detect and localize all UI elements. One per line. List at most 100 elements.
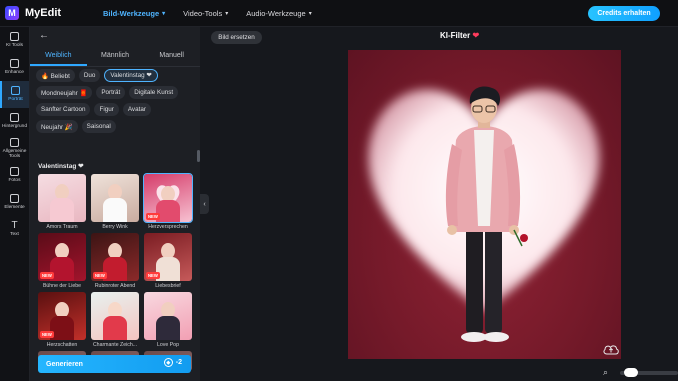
template-thumbnail xyxy=(144,292,192,340)
photos-icon xyxy=(10,167,19,177)
template-tile[interactable]: NEW Liebesbrief xyxy=(144,233,192,289)
rail-label: Hintergrund xyxy=(1,124,28,130)
replace-image-button[interactable]: Bild ersetzen xyxy=(211,31,262,44)
back-arrow-icon[interactable]: ← xyxy=(39,30,49,41)
rail-enhance[interactable]: Enhance xyxy=(0,54,29,81)
tab-maennlich[interactable]: Männlich xyxy=(87,47,144,66)
new-badge: NEW xyxy=(40,272,54,279)
rail-fotos[interactable]: Fotos xyxy=(0,162,29,189)
rose xyxy=(520,234,528,242)
template-tile[interactable]: Love Pop xyxy=(144,292,192,348)
template-tile[interactable]: Charmante Zeich... xyxy=(91,292,139,348)
template-thumbnail: NEW xyxy=(38,233,86,281)
template-tile[interactable]: NEW Bühne der Liebe xyxy=(38,233,86,289)
template-tile[interactable]: NEW Rubinroter Abend xyxy=(91,233,139,289)
chip-digitale-kunst[interactable]: Digitale Kunst xyxy=(129,86,179,99)
myedit-logo-icon: M xyxy=(5,6,19,20)
chip-figur[interactable]: Figur xyxy=(94,103,119,116)
template-thumbnail: NEW xyxy=(144,233,192,281)
app-name: MyEdit xyxy=(25,7,62,19)
trousers xyxy=(485,222,502,334)
template-grid: Amors Traum Berry Wink NEW Herzversprech… xyxy=(38,173,193,374)
nav-bild-werkzeuge[interactable]: Bild-Werkzeuge ▾ xyxy=(103,9,165,18)
new-badge: NEW xyxy=(146,213,160,220)
rail-hintergrund[interactable]: Hintergrund xyxy=(0,108,29,135)
template-thumbnail xyxy=(91,292,139,340)
rail-label: KI Tools xyxy=(6,43,23,49)
nav-label: Audio-Werkzeuge xyxy=(246,8,306,18)
chip-valentinstag[interactable]: Valentinstag ❤ xyxy=(104,69,158,82)
chevron-left-icon: ‹ xyxy=(203,200,206,208)
chevron-down-icon: ▾ xyxy=(225,10,229,17)
zoom-search-icon[interactable]: ⌕ xyxy=(603,367,608,378)
grid-row: NEW Herzschatten Charmante Zeich... Love… xyxy=(38,292,192,348)
chip-saisonal[interactable]: Saisonal xyxy=(81,120,116,133)
trousers xyxy=(466,222,483,334)
portrait-body xyxy=(156,316,180,340)
rail-ki-tools[interactable]: KI Tools xyxy=(0,27,29,54)
generate-button[interactable]: Generieren ◆ -2 xyxy=(38,355,191,373)
cloud-upload-icon[interactable] xyxy=(603,344,619,355)
rail-label: Porträt xyxy=(8,97,23,103)
chevron-down-icon: ▾ xyxy=(162,10,166,17)
grid-row: Amors Traum Berry Wink NEW Herzversprech… xyxy=(38,173,193,230)
rail-elemente[interactable]: Elemente xyxy=(0,189,29,216)
template-caption: Liebesbrief xyxy=(155,283,181,289)
canvas-title: KI-Filter ❤ xyxy=(440,31,479,40)
rail-label: Elemente xyxy=(4,205,25,211)
template-thumbnail: NEW xyxy=(143,173,193,223)
template-thumbnail: NEW xyxy=(38,292,86,340)
template-tile[interactable]: Amors Traum xyxy=(38,174,86,230)
nav-video-tools[interactable]: Video-Tools ▾ xyxy=(183,9,228,18)
rail-label: Fotos xyxy=(8,178,21,184)
new-badge: NEW xyxy=(146,272,160,279)
template-tile[interactable]: Berry Wink xyxy=(91,174,139,230)
rail-label: Enhance xyxy=(5,70,24,76)
new-badge: NEW xyxy=(40,331,54,338)
generate-label: Generieren xyxy=(46,360,83,368)
zoom-slider-knob[interactable] xyxy=(624,368,638,377)
chip-avatar[interactable]: Avatar xyxy=(122,103,151,116)
template-caption: Rubinroter Abend xyxy=(94,283,136,289)
hand xyxy=(447,225,457,235)
chip-row: Sanfter Cartoon Figur Avatar xyxy=(36,103,196,116)
chip-sanfter-cartoon[interactable]: Sanfter Cartoon xyxy=(36,103,91,116)
nav-label: Video-Tools xyxy=(183,8,223,18)
sparkle-icon xyxy=(10,32,19,42)
template-caption: Love Pop xyxy=(157,342,179,348)
nav-audio-werkzeuge[interactable]: Audio-Werkzeuge ▾ xyxy=(246,9,312,18)
portrait-body xyxy=(50,198,74,222)
collapse-panel-button[interactable]: ‹ xyxy=(200,194,209,214)
template-caption: Herzschatten xyxy=(46,342,78,348)
template-caption: Berry Wink xyxy=(102,224,128,230)
template-tile[interactable]: NEW Herzschatten xyxy=(38,292,86,348)
chip-portraet[interactable]: Porträt xyxy=(96,86,126,99)
credit-cost-value: -2 xyxy=(175,359,182,366)
template-tile[interactable]: NEW Herzversprechen xyxy=(143,173,193,230)
chip-mondneujahr[interactable]: Mondneujahr 🧧 xyxy=(36,86,93,99)
category-chips: 🔥 Beliebt Duo Valentinstag ❤ Mondneujahr… xyxy=(36,69,196,137)
template-thumbnail xyxy=(91,174,139,222)
chip-neujahr[interactable]: Neujahr 🎉 xyxy=(36,120,78,133)
rail-label: Allgemeine Tools xyxy=(2,148,27,159)
left-rail: KI Tools Enhance Porträt Hintergrund All… xyxy=(0,27,30,381)
tab-manuell[interactable]: Manuell xyxy=(143,47,200,66)
template-caption: Bühne der Liebe xyxy=(42,283,82,289)
chip-duo[interactable]: Duo xyxy=(78,69,101,82)
heart-icon: ❤ xyxy=(472,31,480,40)
tab-weiblich[interactable]: Weiblich xyxy=(30,47,87,66)
background-icon xyxy=(10,113,19,123)
app-logo[interactable]: M MyEdit xyxy=(5,6,95,20)
credits-button[interactable]: Credits erhalten xyxy=(588,6,660,21)
rail-portrait[interactable]: Porträt xyxy=(0,81,29,108)
top-bar: M MyEdit Bild-Werkzeuge ▾ Video-Tools ▾ Au… xyxy=(0,0,678,27)
credit-cost: ◆ -2 xyxy=(163,358,182,367)
rail-text[interactable]: T Text xyxy=(0,216,29,243)
panel-scrollbar[interactable] xyxy=(197,150,200,162)
chip-beliebt[interactable]: 🔥 Beliebt xyxy=(36,69,75,82)
rail-allgemeine-tools[interactable]: Allgemeine Tools xyxy=(0,135,29,162)
template-caption: Charmante Zeich... xyxy=(92,342,138,348)
nav-label: Bild-Werkzeuge xyxy=(103,8,160,18)
chip-row: 🔥 Beliebt Duo Valentinstag ❤ xyxy=(36,69,196,82)
portrait-panel: ← Weiblich Männlich Manuell 🔥 Beliebt Du… xyxy=(30,27,200,381)
